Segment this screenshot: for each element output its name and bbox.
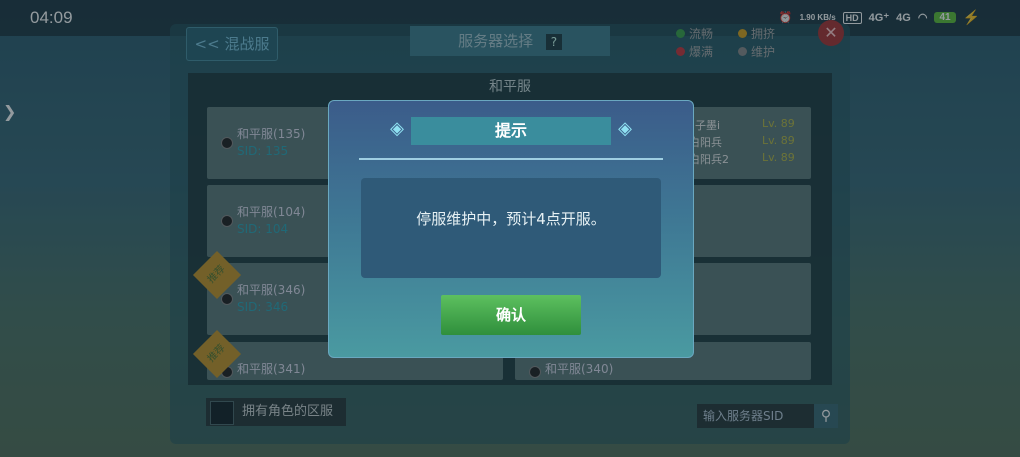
confirm-button[interactable]: 确认 xyxy=(441,295,581,335)
dialog-divider xyxy=(359,158,663,160)
ornament-icon: ◈ xyxy=(618,118,632,139)
dialog-title: 提示 xyxy=(494,121,527,140)
ornament-icon: ◈ xyxy=(390,118,404,139)
dialog-title-bar: ◈ 提示 ◈ xyxy=(390,117,632,145)
dialog-message: 停服维护中，预计4点开服。 xyxy=(361,178,661,278)
notice-dialog: ◈ 提示 ◈ 停服维护中，预计4点开服。 确认 xyxy=(328,100,694,358)
